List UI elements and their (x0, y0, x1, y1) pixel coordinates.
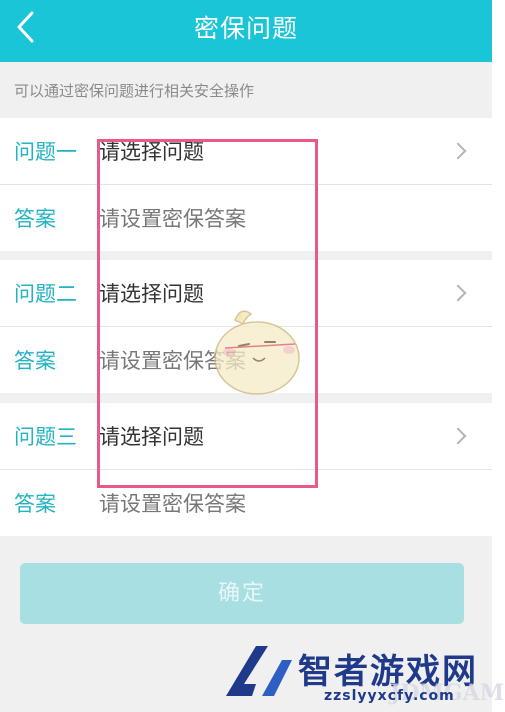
answer-row-3[interactable]: 答案 请设置密保答案 (0, 469, 492, 536)
answer-label: 答案 (14, 492, 56, 516)
chevron-right-icon (449, 142, 467, 160)
app-screen: 密保问题 可以通过密保问题进行相关安全操作 问题一 请选择问题 答案 请设置密保… (0, 0, 492, 712)
question-label: 问题三 (14, 425, 77, 449)
answer-label: 答案 (14, 349, 56, 373)
question-row-2[interactable]: 问题二 请选择问题 (0, 260, 492, 326)
question-label: 问题一 (14, 140, 77, 164)
answer-input[interactable]: 请设置密保答案 (99, 203, 246, 233)
question-select[interactable]: 请选择问题 (99, 136, 204, 166)
page-title: 密保问题 (193, 14, 298, 43)
answer-input[interactable]: 请设置密保答案 (99, 345, 246, 375)
question-section-3: 问题三 请选择问题 答案 请设置密保答案 (0, 403, 492, 536)
question-row-1[interactable]: 问题一 请选择问题 (0, 118, 492, 184)
question-label: 问题二 (14, 282, 77, 306)
question-row-3[interactable]: 问题三 请选择问题 (0, 403, 492, 469)
chevron-right-icon (449, 427, 467, 445)
question-select[interactable]: 请选择问题 (99, 278, 204, 308)
question-select[interactable]: 请选择问题 (99, 421, 204, 451)
header-bar: 密保问题 (0, 0, 492, 62)
answer-label: 答案 (14, 207, 56, 231)
answer-input[interactable]: 请设置密保答案 (99, 488, 246, 518)
confirm-button[interactable]: 确定 (20, 563, 464, 624)
hint-text: 可以通过密保问题进行相关安全操作 (14, 82, 255, 100)
answer-row-2[interactable]: 答案 请设置密保答案 (0, 326, 492, 393)
chevron-right-icon (449, 284, 467, 302)
answer-row-1[interactable]: 答案 请设置密保答案 (0, 184, 492, 251)
question-section-1: 问题一 请选择问题 答案 请设置密保答案 (0, 118, 492, 251)
question-section-2: 问题二 请选择问题 答案 请设置密保答案 (0, 260, 492, 393)
